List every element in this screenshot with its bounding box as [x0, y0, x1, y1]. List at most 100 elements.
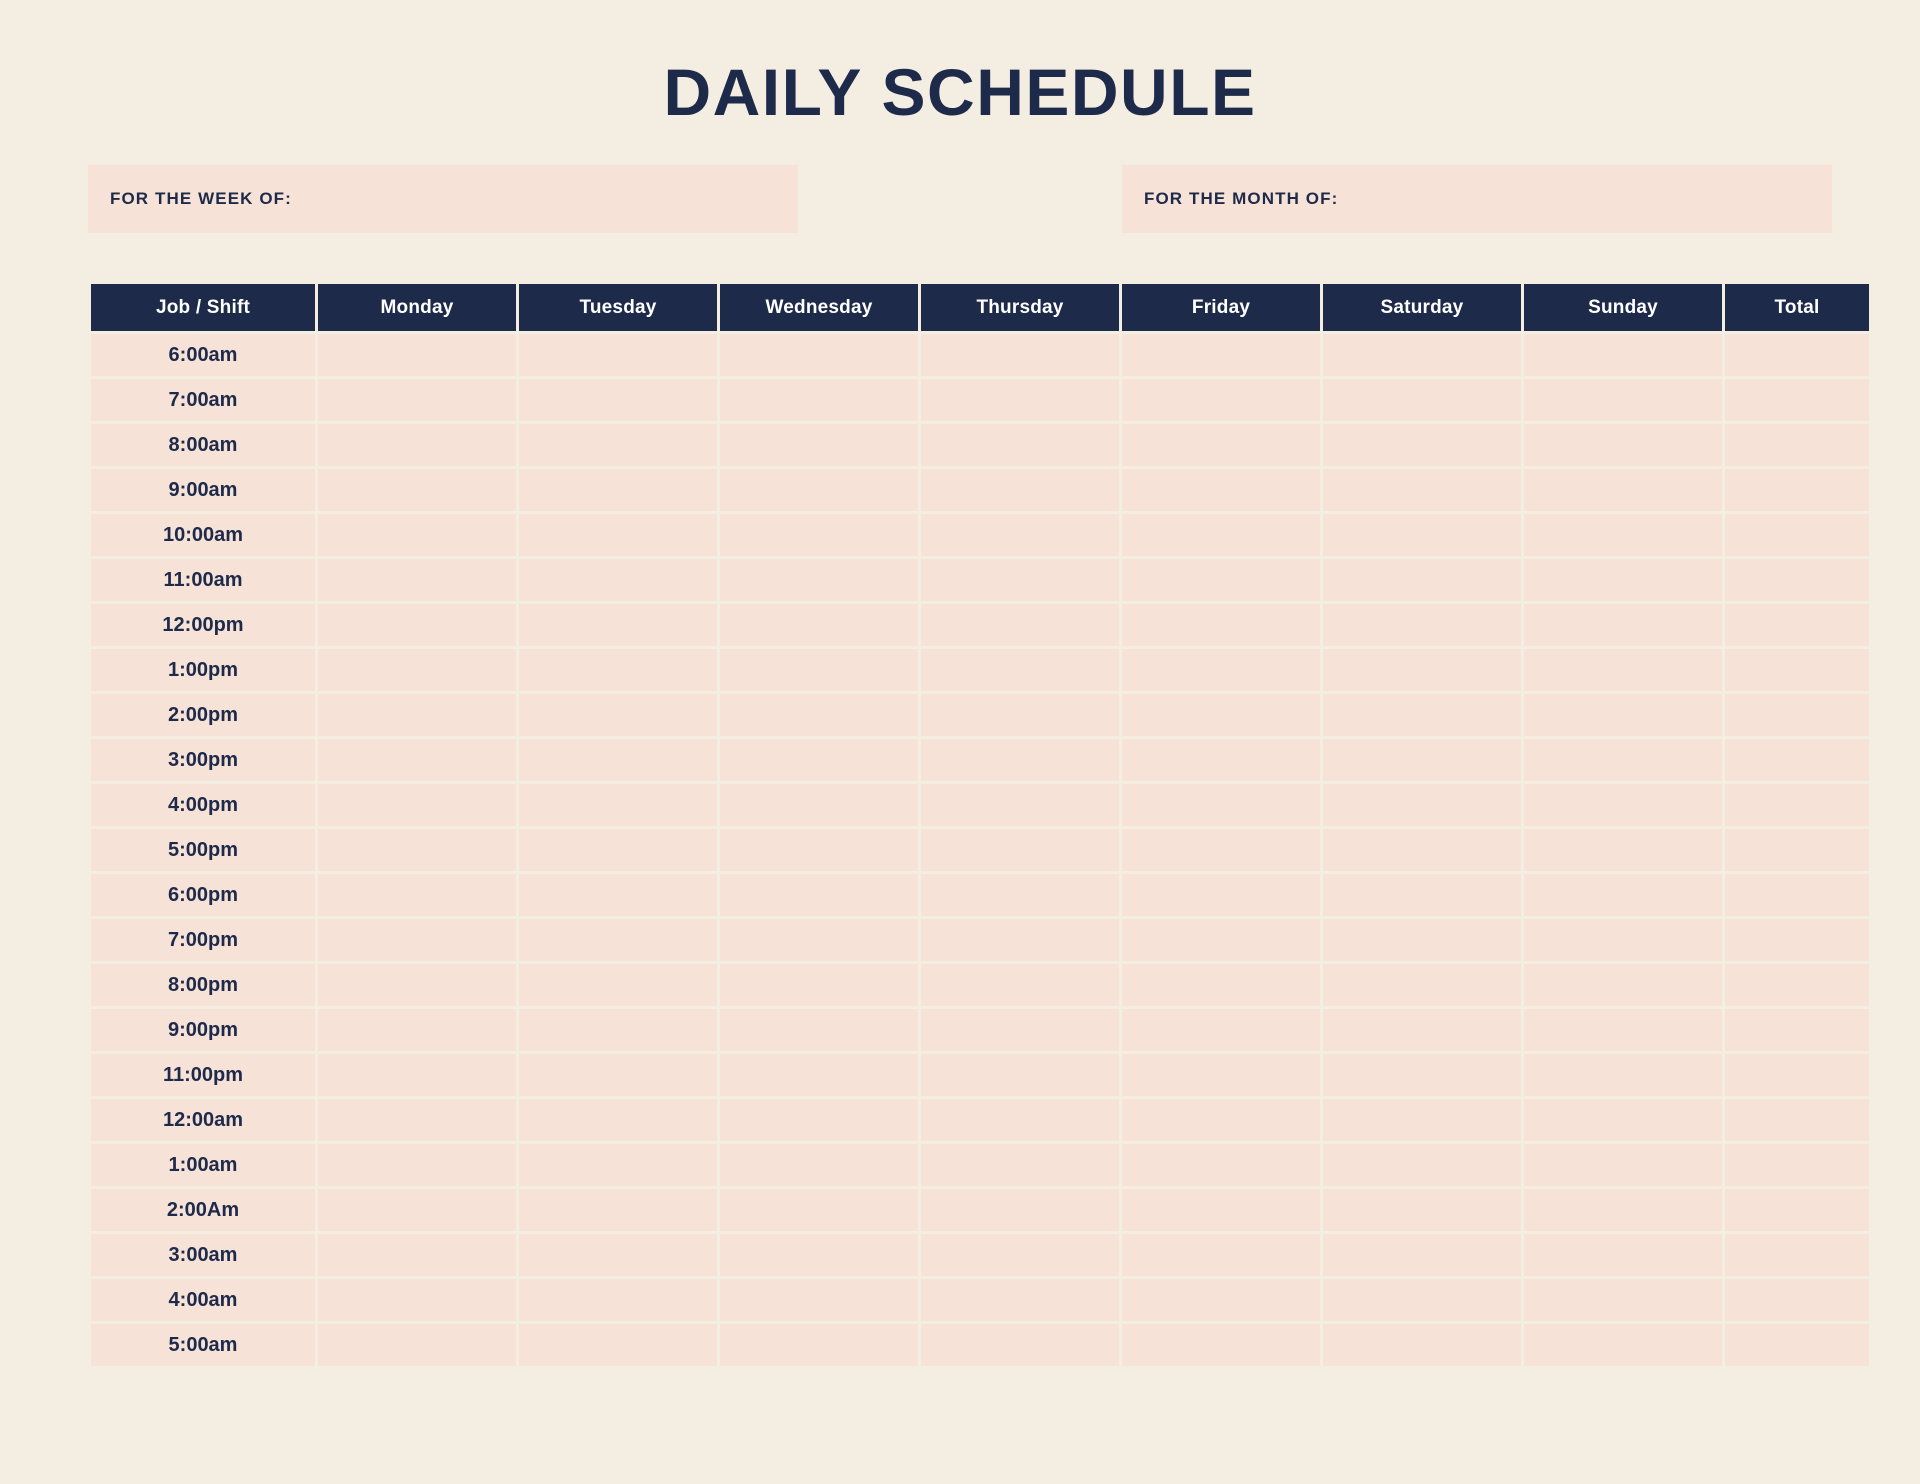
schedule-entry-cell[interactable] — [1323, 1009, 1521, 1052]
schedule-entry-cell[interactable] — [318, 1234, 516, 1277]
schedule-entry-cell[interactable] — [519, 784, 717, 827]
schedule-entry-cell[interactable] — [720, 1324, 918, 1367]
schedule-entry-cell[interactable] — [519, 829, 717, 872]
schedule-entry-cell[interactable] — [921, 469, 1119, 512]
schedule-entry-cell[interactable] — [1725, 919, 1869, 962]
schedule-entry-cell[interactable] — [1323, 379, 1521, 422]
schedule-entry-cell[interactable] — [1122, 649, 1320, 692]
schedule-entry-cell[interactable] — [921, 1099, 1119, 1142]
schedule-entry-cell[interactable] — [720, 649, 918, 692]
schedule-entry-cell[interactable] — [519, 1234, 717, 1277]
schedule-entry-cell[interactable] — [1122, 424, 1320, 467]
schedule-entry-cell[interactable] — [519, 1009, 717, 1052]
schedule-entry-cell[interactable] — [1725, 1324, 1869, 1367]
schedule-entry-cell[interactable] — [318, 694, 516, 737]
schedule-entry-cell[interactable] — [921, 829, 1119, 872]
schedule-entry-cell[interactable] — [318, 1099, 516, 1142]
schedule-entry-cell[interactable] — [921, 1009, 1119, 1052]
schedule-entry-cell[interactable] — [720, 784, 918, 827]
schedule-entry-cell[interactable] — [1524, 694, 1722, 737]
schedule-entry-cell[interactable] — [318, 379, 516, 422]
schedule-entry-cell[interactable] — [1323, 334, 1521, 377]
schedule-entry-cell[interactable] — [519, 514, 717, 557]
schedule-entry-cell[interactable] — [1323, 1234, 1521, 1277]
schedule-entry-cell[interactable] — [921, 334, 1119, 377]
schedule-entry-cell[interactable] — [1323, 469, 1521, 512]
schedule-entry-cell[interactable] — [1122, 1054, 1320, 1097]
schedule-entry-cell[interactable] — [720, 514, 918, 557]
schedule-entry-cell[interactable] — [1524, 1279, 1722, 1322]
schedule-entry-cell[interactable] — [1524, 604, 1722, 647]
schedule-entry-cell[interactable] — [1122, 829, 1320, 872]
schedule-entry-cell[interactable] — [318, 334, 516, 377]
schedule-entry-cell[interactable] — [1524, 1054, 1722, 1097]
schedule-entry-cell[interactable] — [1725, 784, 1869, 827]
schedule-entry-cell[interactable] — [1323, 694, 1521, 737]
schedule-entry-cell[interactable] — [1122, 1144, 1320, 1187]
schedule-entry-cell[interactable] — [318, 514, 516, 557]
schedule-entry-cell[interactable] — [318, 829, 516, 872]
schedule-entry-cell[interactable] — [1122, 784, 1320, 827]
schedule-entry-cell[interactable] — [921, 784, 1119, 827]
schedule-entry-cell[interactable] — [1524, 739, 1722, 782]
schedule-entry-cell[interactable] — [1323, 1099, 1521, 1142]
schedule-entry-cell[interactable] — [921, 1279, 1119, 1322]
schedule-entry-cell[interactable] — [921, 559, 1119, 602]
schedule-entry-cell[interactable] — [921, 424, 1119, 467]
schedule-entry-cell[interactable] — [519, 1189, 717, 1232]
schedule-entry-cell[interactable] — [318, 559, 516, 602]
schedule-entry-cell[interactable] — [1323, 1189, 1521, 1232]
schedule-entry-cell[interactable] — [519, 1324, 717, 1367]
schedule-entry-cell[interactable] — [1323, 424, 1521, 467]
schedule-entry-cell[interactable] — [921, 964, 1119, 1007]
schedule-entry-cell[interactable] — [921, 649, 1119, 692]
schedule-entry-cell[interactable] — [519, 739, 717, 782]
schedule-entry-cell[interactable] — [519, 1144, 717, 1187]
schedule-entry-cell[interactable] — [720, 1234, 918, 1277]
schedule-entry-cell[interactable] — [1524, 874, 1722, 917]
schedule-entry-cell[interactable] — [1725, 1189, 1869, 1232]
schedule-entry-cell[interactable] — [1725, 649, 1869, 692]
schedule-entry-cell[interactable] — [921, 1234, 1119, 1277]
schedule-entry-cell[interactable] — [1725, 379, 1869, 422]
week-of-field[interactable]: FOR THE WEEK OF: — [88, 165, 798, 234]
schedule-entry-cell[interactable] — [720, 964, 918, 1007]
schedule-entry-cell[interactable] — [1524, 469, 1722, 512]
schedule-entry-cell[interactable] — [1524, 1189, 1722, 1232]
schedule-entry-cell[interactable] — [720, 1009, 918, 1052]
schedule-entry-cell[interactable] — [1725, 1279, 1869, 1322]
schedule-entry-cell[interactable] — [1323, 514, 1521, 557]
schedule-entry-cell[interactable] — [1725, 559, 1869, 602]
schedule-entry-cell[interactable] — [1122, 1009, 1320, 1052]
schedule-entry-cell[interactable] — [921, 514, 1119, 557]
schedule-entry-cell[interactable] — [921, 1189, 1119, 1232]
schedule-entry-cell[interactable] — [720, 469, 918, 512]
schedule-entry-cell[interactable] — [519, 694, 717, 737]
month-of-field[interactable]: FOR THE MONTH OF: — [1122, 165, 1832, 234]
schedule-entry-cell[interactable] — [1524, 424, 1722, 467]
schedule-entry-cell[interactable] — [1725, 739, 1869, 782]
schedule-entry-cell[interactable] — [720, 334, 918, 377]
schedule-entry-cell[interactable] — [318, 964, 516, 1007]
schedule-entry-cell[interactable] — [318, 1189, 516, 1232]
schedule-entry-cell[interactable] — [921, 694, 1119, 737]
schedule-entry-cell[interactable] — [1323, 784, 1521, 827]
schedule-entry-cell[interactable] — [921, 604, 1119, 647]
schedule-entry-cell[interactable] — [720, 379, 918, 422]
schedule-entry-cell[interactable] — [519, 379, 717, 422]
schedule-entry-cell[interactable] — [1524, 334, 1722, 377]
schedule-entry-cell[interactable] — [1323, 604, 1521, 647]
schedule-entry-cell[interactable] — [519, 604, 717, 647]
schedule-entry-cell[interactable] — [1524, 1144, 1722, 1187]
schedule-entry-cell[interactable] — [519, 1279, 717, 1322]
schedule-entry-cell[interactable] — [318, 874, 516, 917]
schedule-entry-cell[interactable] — [720, 1144, 918, 1187]
schedule-entry-cell[interactable] — [519, 559, 717, 602]
schedule-entry-cell[interactable] — [1122, 604, 1320, 647]
schedule-entry-cell[interactable] — [1323, 739, 1521, 782]
schedule-entry-cell[interactable] — [318, 739, 516, 782]
schedule-entry-cell[interactable] — [1524, 649, 1722, 692]
schedule-entry-cell[interactable] — [1725, 1144, 1869, 1187]
schedule-entry-cell[interactable] — [720, 1054, 918, 1097]
schedule-entry-cell[interactable] — [318, 649, 516, 692]
